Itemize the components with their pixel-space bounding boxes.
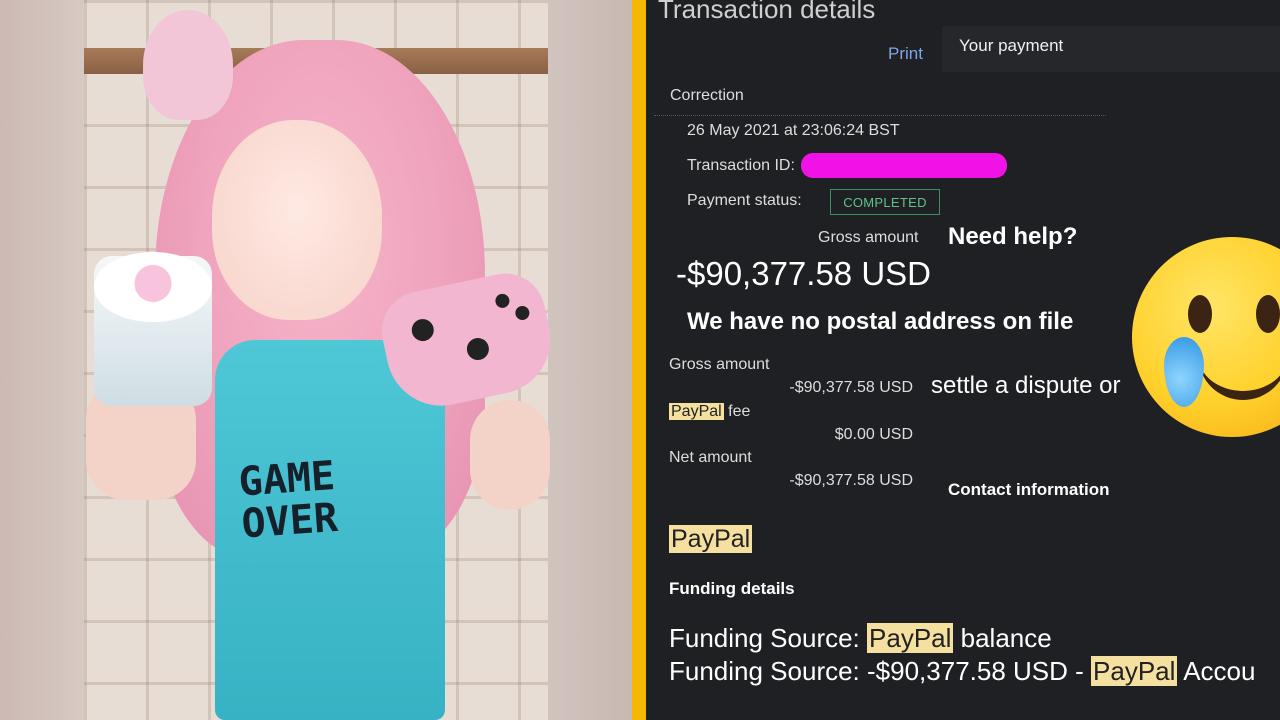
breakdown-net-value: -$90,377.58 USD [789,472,913,489]
transaction-date: 26 May 2021 at 23:06:24 BST [687,122,900,139]
emoji-eye-right [1256,295,1280,333]
paypal-highlight: PayPal [1091,656,1178,686]
breakdown-fee-label: PayPal fee [669,403,750,421]
funding-suffix: Accou [1177,656,1256,686]
jar-lid [94,252,212,322]
status-badge: COMPLETED [830,189,940,215]
breakdown-gross-value: -$90,377.58 USD [789,379,913,396]
cat-ear-headphone [143,10,233,120]
contact-information-heading: Contact information [948,480,1110,499]
settle-dispute-link[interactable]: settle a dispute or [931,372,1120,400]
funding-source-line-1: Funding Source: PayPal balance [669,623,1052,654]
funding-source-line-2: Funding Source: -$90,377.58 USD - PayPal… [669,656,1255,687]
emoji-smile [1198,355,1280,400]
need-help-heading[interactable]: Need help? [948,223,1077,251]
emoji-eye-left [1188,295,1212,333]
correction-label: Correction [670,87,744,104]
paypal-wordmark: PayPal [669,525,753,554]
shirt-text: GAME OVER [237,453,340,548]
redaction-mark [801,153,1007,178]
meme-composite: GAME OVER Transaction details Your payme… [0,0,1280,720]
funding-prefix: Funding Source: [669,623,868,653]
face [212,120,382,320]
gross-amount-label: Gross amount [818,229,919,246]
cosplay-photo: GAME OVER [0,0,632,720]
payment-status-label: Payment status: [687,192,802,209]
fee-word: fee [728,403,751,420]
gross-amount-value: -$90,377.58 USD [676,255,931,292]
teardrop-icon [1164,337,1204,407]
photo-blur-left [0,0,84,720]
funding-details-heading: Funding details [669,579,795,598]
funding-suffix: balance [953,623,1052,653]
right-hand [470,400,550,510]
photo-blur-right [548,0,632,720]
transaction-id-label: Transaction ID: [687,157,795,174]
paypal-highlight: PayPal [669,403,724,420]
your-payment-label: Your payment [959,36,1064,55]
paypal-highlight: PayPal [669,525,753,553]
funding-prefix: Funding Source: -$90,377.58 USD - [669,656,1092,686]
breakdown-net-label: Net amount [669,449,752,466]
yellow-divider [632,0,646,720]
page-title: Transaction details [658,0,876,24]
your-payment-tab[interactable]: Your payment [942,26,1280,72]
no-postal-address-heading: We have no postal address on file [687,308,1074,335]
paypal-highlight: PayPal [867,623,954,653]
breakdown-fee-value: $0.00 USD [834,426,913,443]
divider-line [654,115,1106,116]
print-link[interactable]: Print [888,44,923,64]
breakdown-gross-label: Gross amount [669,356,770,373]
